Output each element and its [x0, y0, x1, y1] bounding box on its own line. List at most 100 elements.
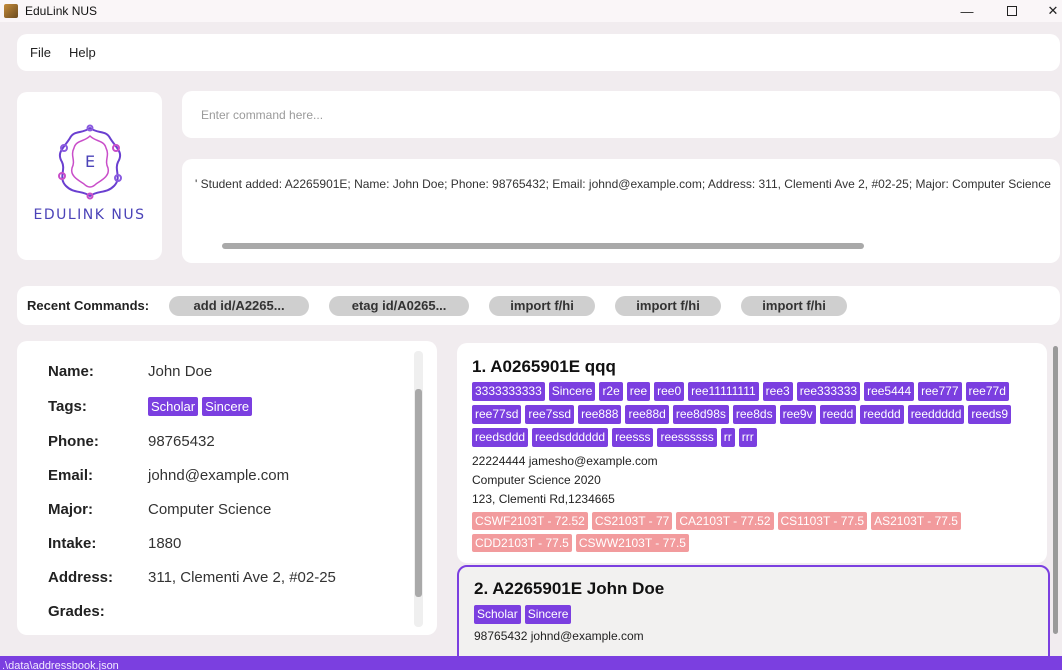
detail-email-label: Email: — [48, 467, 94, 484]
tag-badge: ree333333 — [796, 382, 861, 401]
svg-text:E: E — [85, 152, 95, 171]
recent-command-chip[interactable]: import f/hi — [489, 295, 596, 316]
tag-badge: ree3 — [762, 382, 793, 401]
grade-badge: AS2103T - 77.5 — [871, 512, 961, 530]
detail-intake-label: Intake: — [48, 535, 97, 552]
detail-grades-label: Grades: — [48, 603, 105, 620]
detail-tags-label: Tags: — [48, 398, 87, 415]
tag-badge: ree0 — [654, 382, 685, 401]
student-card-tags: 3333333333 Sincere r2e ree ree0 ree11111… — [472, 382, 1032, 451]
tag-badge: Sincere — [548, 382, 596, 401]
student-card-title: 1. A0265901E qqq — [472, 357, 616, 376]
logo-text: EDULINK NUS — [33, 207, 146, 223]
student-card-major: Computer Science 2020 — [472, 473, 601, 487]
student-card-title: 2. A2265901E John Doe — [474, 579, 665, 598]
grade-badge: CS2103T - 77 — [591, 512, 673, 530]
detail-address-value: 311, Clementi Ave 2, #02-25 — [148, 569, 336, 586]
tag-badge: ree88d — [625, 405, 669, 424]
grade-badge: CDD2103T - 77.5 — [472, 534, 572, 552]
grade-badge: CS1103T - 77.5 — [777, 512, 868, 530]
detail-phone-row: Phone: 98765432 — [48, 433, 215, 450]
recent-commands-label: Recent Commands: — [27, 298, 150, 313]
detail-tags-row: Tags: Scholar Sincere — [48, 397, 256, 416]
title-bar: EduLink NUS — ✕ — [0, 0, 1062, 22]
grade-badge: CA2103T - 77.52 — [676, 512, 774, 530]
tag-badge: reedsddd — [472, 428, 529, 447]
tag-badge: ree8d98s — [672, 405, 729, 424]
tag-badge: reedd — [819, 405, 857, 424]
tag-badge: ree7ssd — [525, 405, 575, 424]
detail-grades-row: Grades: — [48, 603, 148, 620]
window-title: EduLink NUS — [25, 4, 98, 18]
status-bar: .\data\addressbook.json — [0, 656, 1062, 670]
tag-badge: rrr — [738, 428, 757, 447]
tag-badge: ree — [626, 382, 651, 401]
tag-badge: ree8ds — [732, 405, 776, 424]
minimize-button[interactable]: — — [944, 0, 990, 22]
minimize-icon: — — [960, 3, 974, 19]
command-box — [182, 91, 1060, 138]
detail-name-row: Name: John Doe — [48, 363, 212, 380]
student-card-contact: 22224444 jamesho@example.com — [472, 454, 658, 468]
recent-command-chip[interactable]: import f/hi — [615, 295, 722, 316]
grade-badge: CSWF2103T - 72.52 — [472, 512, 588, 530]
result-display: ' Student added: A2265901E; Name: John D… — [182, 159, 1060, 263]
logo-panel: E EDULINK NUS — [17, 92, 162, 260]
command-input[interactable] — [201, 107, 1041, 122]
detail-email-row: Email: johnd@example.com — [48, 467, 289, 484]
detail-major-row: Major: Computer Science — [48, 501, 271, 518]
menu-file[interactable]: File — [30, 45, 51, 60]
maximize-icon — [1007, 6, 1017, 16]
tag-badge: ree77d — [965, 382, 1009, 401]
app-icon — [4, 4, 18, 18]
detail-major-label: Major: — [48, 501, 93, 518]
student-card-grades: CSWF2103T - 72.52 CS2103T - 77 CA2103T -… — [472, 512, 1032, 556]
detail-phone-label: Phone: — [48, 433, 99, 450]
tag-badge: Scholar — [474, 605, 521, 624]
recent-commands-bar: Recent Commands: add id/A2265... etag id… — [17, 286, 1060, 325]
student-card-tags: Scholar Sincere — [474, 605, 1034, 628]
list-vertical-scrollbar[interactable] — [1053, 346, 1058, 634]
recent-command-chip[interactable]: import f/hi — [741, 295, 848, 316]
detail-vertical-scrollbar[interactable] — [415, 389, 422, 597]
detail-address-row: Address: 311, Clementi Ave 2, #02-25 — [48, 569, 336, 586]
recent-command-chip[interactable]: add id/A2265... — [169, 295, 310, 316]
student-card-address: 123, Clementi Rd,1234665 — [472, 492, 615, 506]
detail-major-value: Computer Science — [148, 501, 272, 518]
menu-bar: File Help — [17, 34, 1060, 71]
maximize-button[interactable] — [989, 0, 1035, 22]
tag-badge: reeddddd — [907, 405, 965, 424]
grade-badge: CSWW2103T - 77.5 — [575, 534, 689, 552]
tag-badge: reeddd — [860, 405, 904, 424]
tag-badge: ree5444 — [864, 382, 915, 401]
result-horizontal-scrollbar[interactable] — [222, 243, 864, 249]
detail-email-value: johnd@example.com — [148, 467, 290, 484]
tag-badge: ree9v — [779, 405, 816, 424]
detail-name-label: Name: — [48, 363, 94, 380]
status-file-path: .\data\addressbook.json — [2, 660, 119, 670]
detail-address-label: Address: — [48, 569, 114, 586]
student-card[interactable]: 1. A0265901E qqq 3333333333 Sincere r2e … — [457, 343, 1047, 563]
student-card-selected[interactable]: 2. A2265901E John Doe Scholar Sincere 98… — [457, 565, 1050, 657]
tag-badge: ree77sd — [472, 405, 522, 424]
menu-help[interactable]: Help — [69, 45, 96, 60]
close-button[interactable]: ✕ — [1030, 0, 1062, 22]
detail-phone-value: 98765432 — [148, 433, 215, 450]
tag-badge: Sincere — [524, 605, 572, 624]
tag-badge: reeds9 — [968, 405, 1012, 424]
detail-intake-row: Intake: 1880 — [48, 535, 181, 552]
recent-command-chip[interactable]: etag id/A0265... — [329, 295, 470, 316]
tag-badge: ree11111111 — [688, 382, 759, 401]
tag-badge: rr — [720, 428, 735, 447]
result-text: ' Student added: A2265901E; Name: John D… — [195, 177, 1051, 191]
tag-badge: Scholar — [148, 397, 199, 416]
tag-badge: r2e — [599, 382, 623, 401]
edulink-logo-icon: E — [58, 124, 122, 200]
detail-name-value: John Doe — [148, 363, 213, 380]
student-card-contact: 98765432 johnd@example.com — [474, 629, 644, 643]
tag-badge: reedsdddddd — [532, 428, 609, 447]
student-detail-panel: Name: John Doe Tags: Scholar Sincere Pho… — [17, 341, 437, 635]
tag-badge: 3333333333 — [472, 382, 545, 401]
close-icon: ✕ — [1047, 3, 1059, 18]
tag-badge: reesss — [612, 428, 654, 447]
